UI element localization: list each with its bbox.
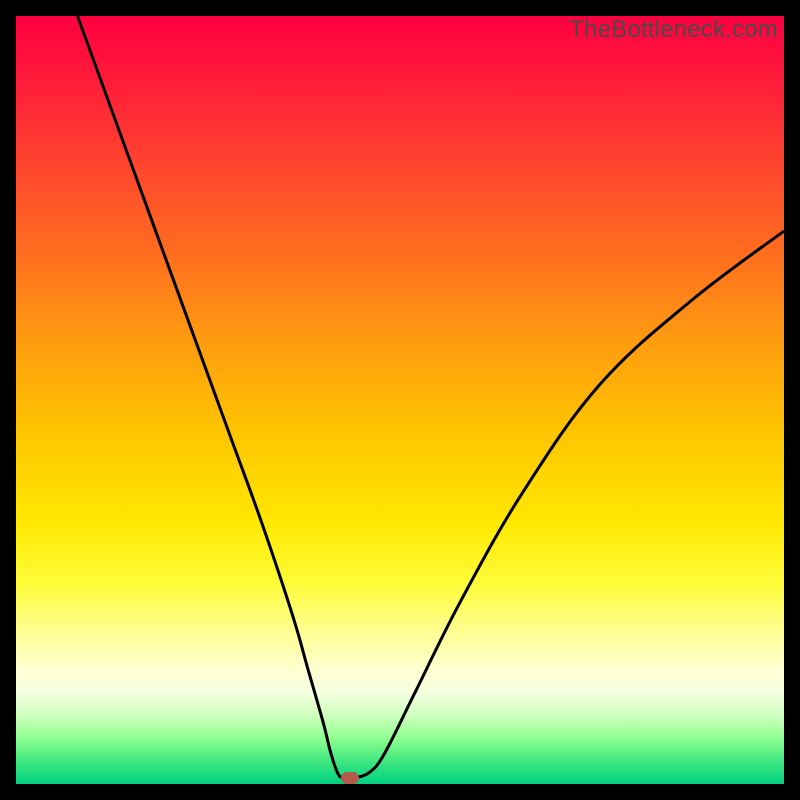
bottleneck-curve	[16, 16, 784, 784]
chart-frame: TheBottleneck.com	[16, 16, 784, 784]
curve-path	[77, 16, 784, 778]
optimum-marker	[341, 772, 359, 784]
